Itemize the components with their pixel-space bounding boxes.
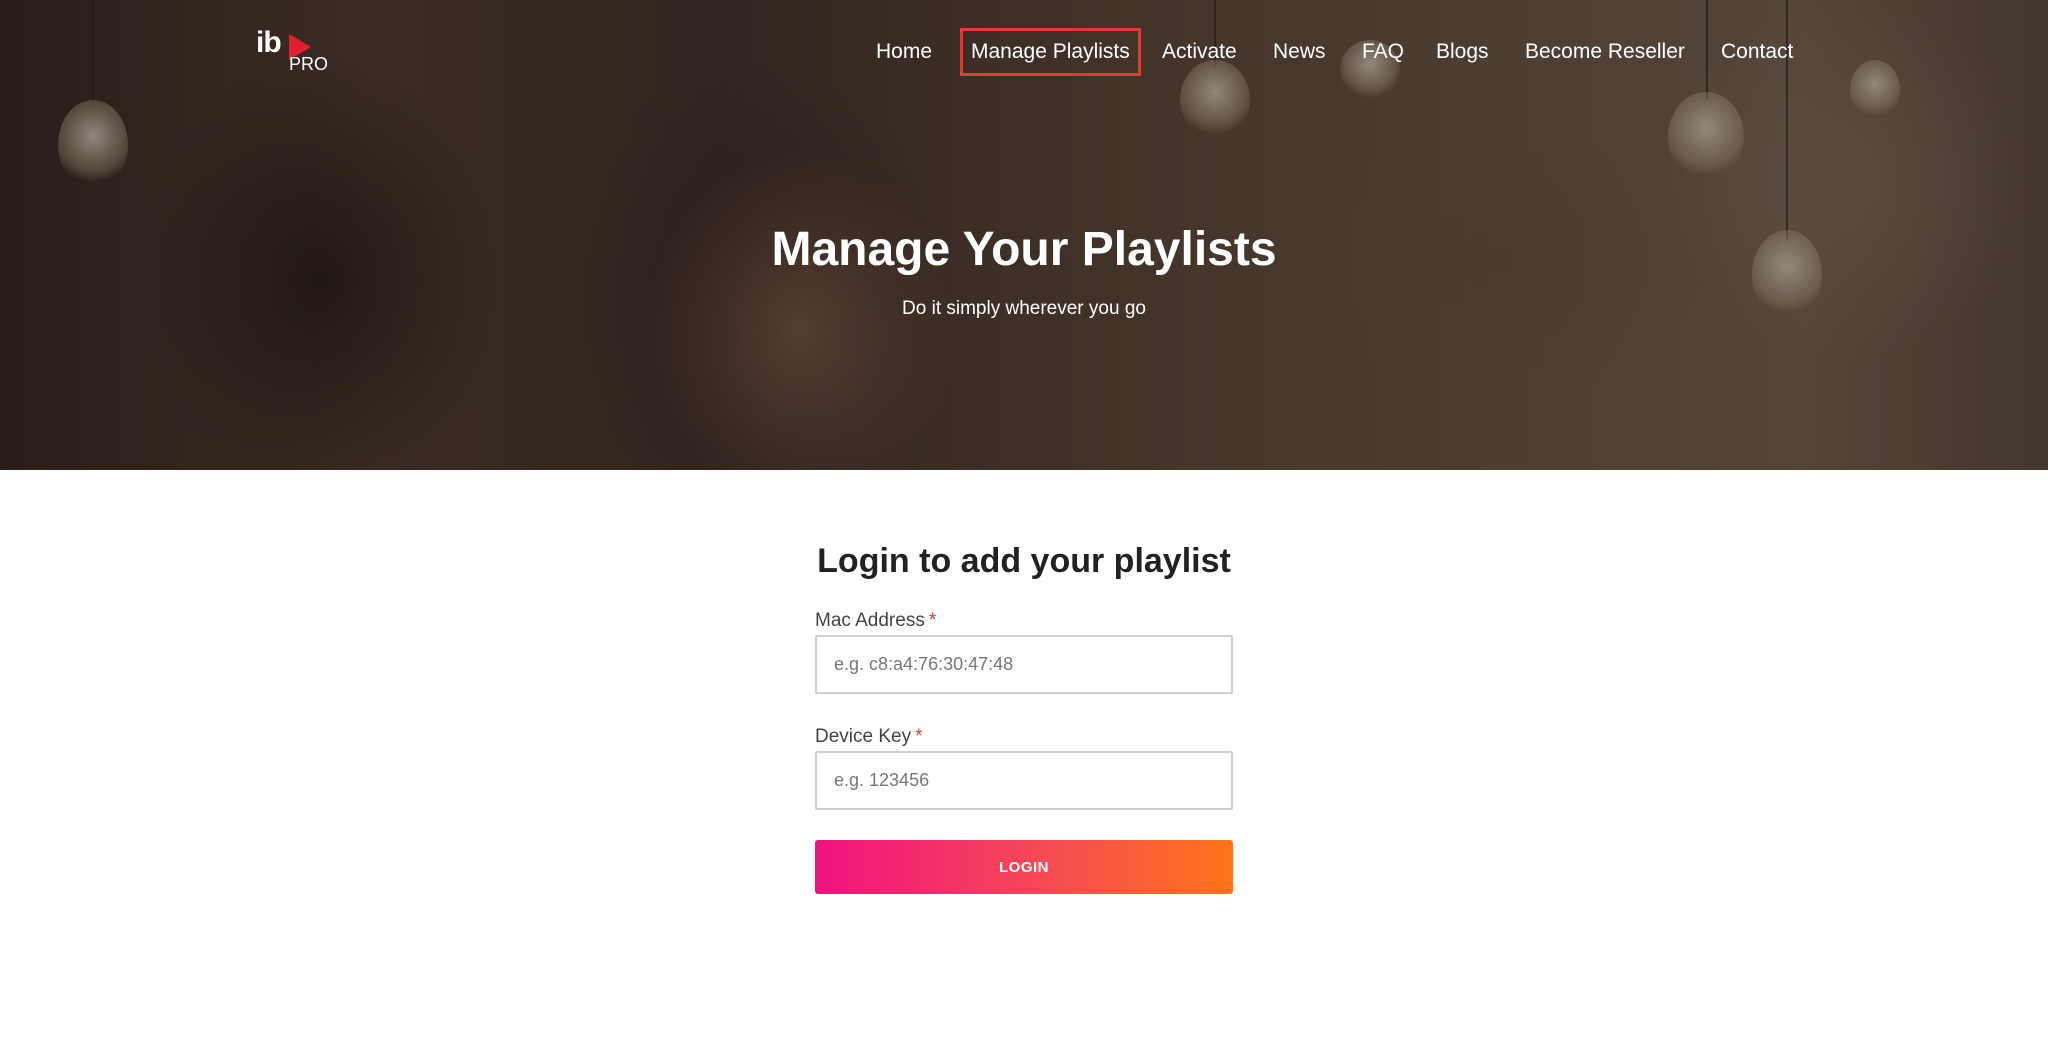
device-key-label: Device Key *: [815, 726, 923, 748]
site-logo[interactable]: ib PRO: [256, 26, 329, 74]
required-marker: *: [915, 726, 923, 747]
nav-item-faq[interactable]: FAQ: [1362, 28, 1404, 76]
nav-item-activate[interactable]: Activate: [1162, 28, 1237, 76]
mac-address-input[interactable]: [815, 635, 1233, 694]
mac-address-label: Mac Address *: [815, 610, 936, 632]
mac-address-label-text: Mac Address: [815, 610, 925, 631]
nav-item-news[interactable]: News: [1273, 28, 1326, 76]
logo-text-pro: PRO: [289, 54, 329, 74]
device-key-label-text: Device Key: [815, 726, 912, 747]
login-button[interactable]: LOGIN: [815, 840, 1233, 894]
nav-item-manage-playlists[interactable]: Manage Playlists: [960, 28, 1141, 76]
nav-item-home[interactable]: Home: [876, 28, 932, 76]
required-marker: *: [928, 610, 937, 631]
device-key-input[interactable]: [815, 751, 1233, 810]
logo-text-ib: ib: [256, 26, 282, 59]
nav-item-contact[interactable]: Contact: [1721, 28, 1793, 76]
hero-banner: ib PRO Home Manage Playlists Activate Ne…: [0, 0, 2048, 470]
nav-item-blogs[interactable]: Blogs: [1436, 28, 1489, 76]
login-form-title: Login to add your playlist: [817, 542, 1231, 580]
page-subtitle: Do it simply wherever you go: [902, 298, 1146, 319]
page-title: Manage Your Playlists: [771, 223, 1277, 276]
nav-item-become-reseller[interactable]: Become Reseller: [1525, 28, 1685, 76]
